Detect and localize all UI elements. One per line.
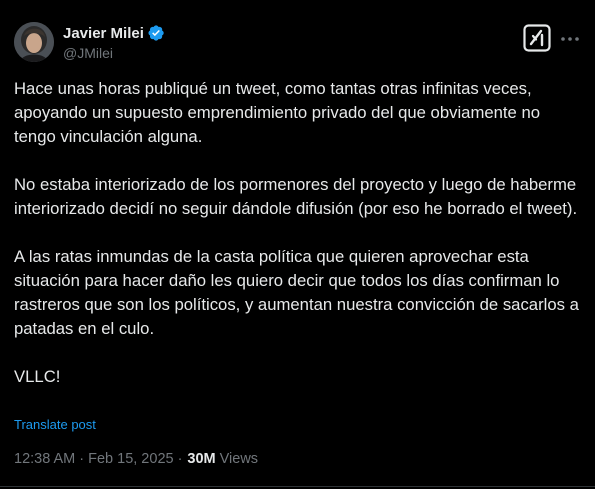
grok-button[interactable] [523,24,551,52]
tweet-paragraph: Hace unas horas publiqué un tweet, como … [14,79,541,146]
translate-post-link[interactable]: Translate post [14,417,96,432]
verified-badge-icon [147,24,165,42]
divider [0,486,595,487]
author-display-name[interactable]: Javier Milei [63,25,144,42]
tweet-date[interactable]: Feb 15, 2025 [88,451,173,467]
more-options-icon [560,29,580,47]
meta-separator: · [177,451,183,467]
author-handle[interactable]: @JMilei [63,45,165,61]
tweet-card: Javier Milei @JMilei Hace unas horas pub… [0,0,595,489]
tweet-paragraph: VLLC! [14,367,61,386]
author-block: Javier Milei @JMilei [63,23,165,61]
tweet-paragraph: No estaba interiorizado de los pormenore… [14,175,578,218]
views-label: Views [219,451,259,467]
name-row: Javier Milei [63,23,165,43]
tweet-text: Hace unas horas publiqué un tweet, como … [14,77,584,389]
views-count[interactable]: 30M [187,451,215,467]
meta-separator: · [79,451,85,467]
avatar[interactable] [14,22,54,62]
grok-icon [523,24,551,56]
tweet-header: Javier Milei @JMilei [14,20,165,64]
tweet-paragraph: A las ratas inmundas de la casta polític… [14,247,579,338]
tweet-meta: 12:38 AM · Feb 15, 2025 · 30M Views [14,451,258,467]
more-options-button[interactable] [556,26,584,50]
tweet-time[interactable]: 12:38 AM [14,451,75,467]
